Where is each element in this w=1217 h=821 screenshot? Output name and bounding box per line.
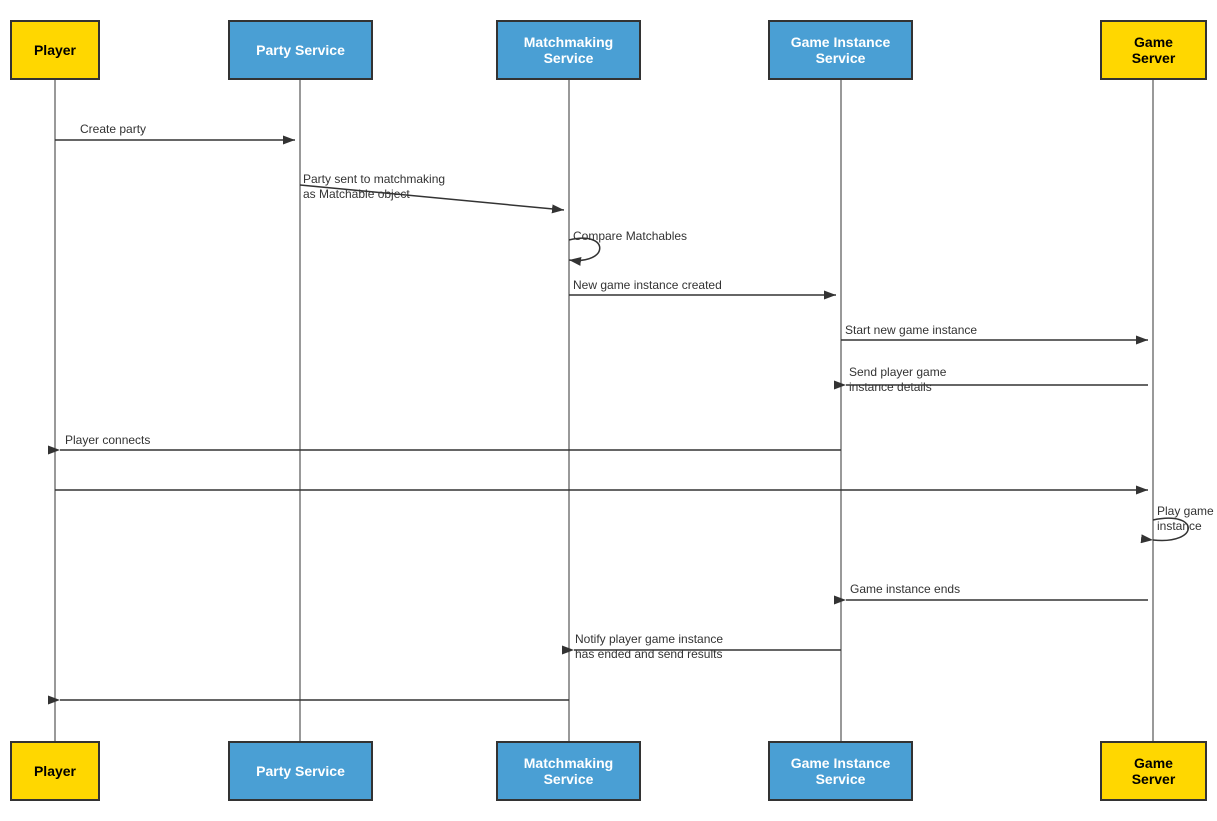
actor-gameinstance-top: Game InstanceService xyxy=(768,20,913,80)
actor-player-bottom: Player xyxy=(10,741,100,801)
actor-gameserver-bottom-label: Game Server xyxy=(1112,755,1195,787)
svg-text:as Matchable object: as Matchable object xyxy=(303,187,410,201)
svg-text:Send player game: Send player game xyxy=(849,365,947,379)
actor-gameserver-bottom: Game Server xyxy=(1100,741,1207,801)
actor-matchmaking-top: MatchmakingService xyxy=(496,20,641,80)
svg-text:Play game: Play game xyxy=(1157,504,1214,518)
svg-text:Start new game instance: Start new game instance xyxy=(845,323,977,337)
actor-gameinstance-bottom: Game InstanceService xyxy=(768,741,913,801)
svg-text:Party sent to matchmaking: Party sent to matchmaking xyxy=(303,172,445,186)
actor-player-bottom-label: Player xyxy=(34,763,76,779)
actor-party-bottom-label: Party Service xyxy=(256,763,345,779)
svg-text:New game instance created: New game instance created xyxy=(573,278,722,292)
diagram-svg: Create party Party sent to matchmaking a… xyxy=(0,0,1217,821)
svg-text:Compare Matchables: Compare Matchables xyxy=(573,229,687,243)
actor-gameserver-top: Game Server xyxy=(1100,20,1207,80)
actor-gameinstance-top-label: Game InstanceService xyxy=(791,34,891,66)
actor-player-top: Player xyxy=(10,20,100,80)
svg-text:instance details: instance details xyxy=(849,380,932,394)
actor-matchmaking-bottom: MatchmakingService xyxy=(496,741,641,801)
svg-text:Game instance ends: Game instance ends xyxy=(850,582,960,596)
svg-text:has ended and send results: has ended and send results xyxy=(575,647,722,661)
sequence-diagram: Player Party Service MatchmakingService … xyxy=(0,0,1217,821)
actor-matchmaking-top-label: MatchmakingService xyxy=(524,34,613,66)
actor-player-top-label: Player xyxy=(34,42,76,58)
svg-text:Notify player game instance: Notify player game instance xyxy=(575,632,723,646)
svg-text:Player connects: Player connects xyxy=(65,433,150,447)
actor-party-bottom: Party Service xyxy=(228,741,373,801)
actor-gameinstance-bottom-label: Game InstanceService xyxy=(791,755,891,787)
actor-gameserver-top-label: Game Server xyxy=(1112,34,1195,66)
actor-matchmaking-bottom-label: MatchmakingService xyxy=(524,755,613,787)
actor-party-top-label: Party Service xyxy=(256,42,345,58)
svg-text:Create party: Create party xyxy=(80,122,146,136)
svg-text:instance: instance xyxy=(1157,519,1202,533)
actor-party-top: Party Service xyxy=(228,20,373,80)
